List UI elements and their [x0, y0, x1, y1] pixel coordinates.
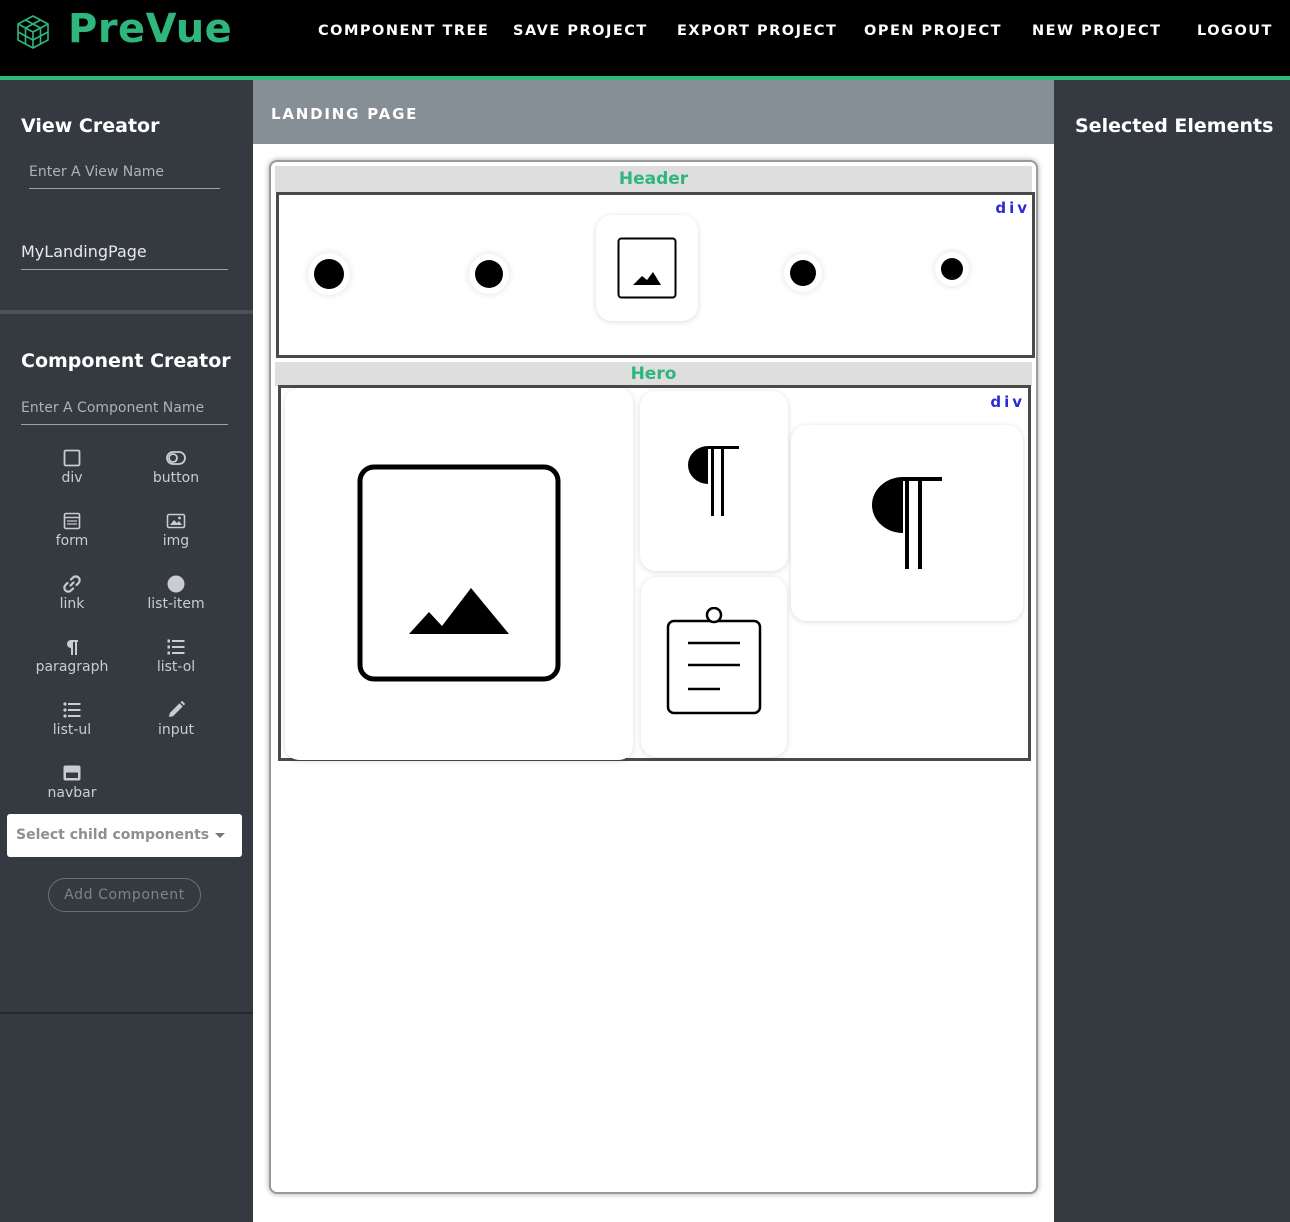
left-sidebar: View Creator MyLandingPage Component Cre…: [0, 80, 253, 1222]
view-frame: Header div Hero div: [269, 160, 1038, 1194]
nav-open-project[interactable]: OPEN PROJECT: [864, 23, 1002, 39]
hero-clipboard-card[interactable]: [641, 577, 787, 757]
header-dot-2[interactable]: [475, 260, 503, 288]
component-option-input[interactable]: input: [131, 700, 221, 738]
component-name-input[interactable]: [21, 400, 228, 425]
header-component-box[interactable]: div: [276, 192, 1035, 358]
hero-paragraph-card-1[interactable]: [640, 391, 788, 571]
component-option-form[interactable]: form: [27, 511, 117, 549]
cube-logo-icon: [17, 15, 49, 49]
view-name-item[interactable]: MyLandingPage: [21, 242, 228, 270]
component-option-img[interactable]: img: [131, 511, 221, 549]
child-components-placeholder: Select child components: [16, 827, 210, 843]
nav-component-tree[interactable]: COMPONENT TREE: [318, 23, 489, 39]
header-image-card[interactable]: [596, 215, 698, 321]
header-dot-1[interactable]: [314, 259, 344, 289]
top-navbar: PreVue COMPONENT TREE SAVE PROJECT EXPOR…: [0, 0, 1290, 80]
app-logo-text: PreVue: [68, 6, 233, 52]
paragraph-icon: [872, 477, 942, 569]
nav-export-project[interactable]: EXPORT PROJECT: [677, 23, 837, 39]
hero-component-box[interactable]: div: [278, 385, 1031, 761]
component-creator-title: Component Creator: [21, 350, 231, 372]
view-name-input[interactable]: [29, 164, 220, 189]
component-option-list-ol[interactable]: list-ol: [131, 637, 221, 675]
section-title-hero[interactable]: Hero: [275, 362, 1032, 386]
caret-down-icon: [215, 833, 225, 838]
hero-image-card[interactable]: [285, 388, 633, 760]
toggle-icon: [166, 451, 186, 465]
header-dot-4[interactable]: [941, 258, 963, 280]
page-title: LANDING PAGE: [271, 105, 419, 123]
hero-paragraph-card-2[interactable]: [791, 425, 1023, 621]
circle-icon: [167, 575, 185, 593]
image-icon: [617, 237, 677, 299]
header-tag-label: div: [995, 199, 1030, 217]
link-icon: [63, 575, 81, 593]
unordered-list-icon: [63, 702, 81, 718]
component-option-navbar[interactable]: navbar: [27, 763, 117, 801]
component-option-div[interactable]: div: [27, 448, 117, 486]
sidebar-divider: [0, 310, 253, 314]
nav-logout[interactable]: LOGOUT: [1197, 23, 1273, 39]
component-option-list-item[interactable]: list-item: [131, 574, 221, 612]
view-creator-title: View Creator: [21, 115, 160, 137]
navbar-icon: [63, 765, 81, 781]
header-dot-3[interactable]: [790, 260, 816, 286]
nav-new-project[interactable]: NEW PROJECT: [1032, 23, 1162, 39]
component-option-button[interactable]: button: [131, 448, 221, 486]
component-option-paragraph[interactable]: paragraph: [27, 637, 117, 675]
component-option-list-ul[interactable]: list-ul: [27, 700, 117, 738]
add-component-button[interactable]: Add Component: [48, 878, 201, 912]
form-icon: [63, 512, 81, 530]
nav-save-project[interactable]: SAVE PROJECT: [513, 23, 648, 39]
paragraph-icon: [67, 640, 78, 655]
paragraph-icon: [688, 446, 739, 516]
component-option-link[interactable]: link: [27, 574, 117, 612]
image-icon: [357, 464, 561, 682]
child-components-select[interactable]: Select child components: [7, 814, 242, 857]
page-header-bar: LANDING PAGE: [253, 80, 1054, 144]
square-icon: [63, 449, 81, 467]
image-icon: [166, 513, 186, 529]
hero-tag-label: div: [990, 393, 1025, 411]
pencil-icon: [169, 700, 186, 717]
selected-elements-panel: Selected Elements: [1054, 80, 1290, 1222]
ordered-list-icon: [167, 639, 185, 655]
section-title-header[interactable]: Header: [275, 166, 1032, 192]
selected-elements-title: Selected Elements: [1075, 115, 1274, 137]
clipboard-icon: [666, 607, 762, 715]
sidebar-bottom-divider: [0, 1012, 253, 1014]
